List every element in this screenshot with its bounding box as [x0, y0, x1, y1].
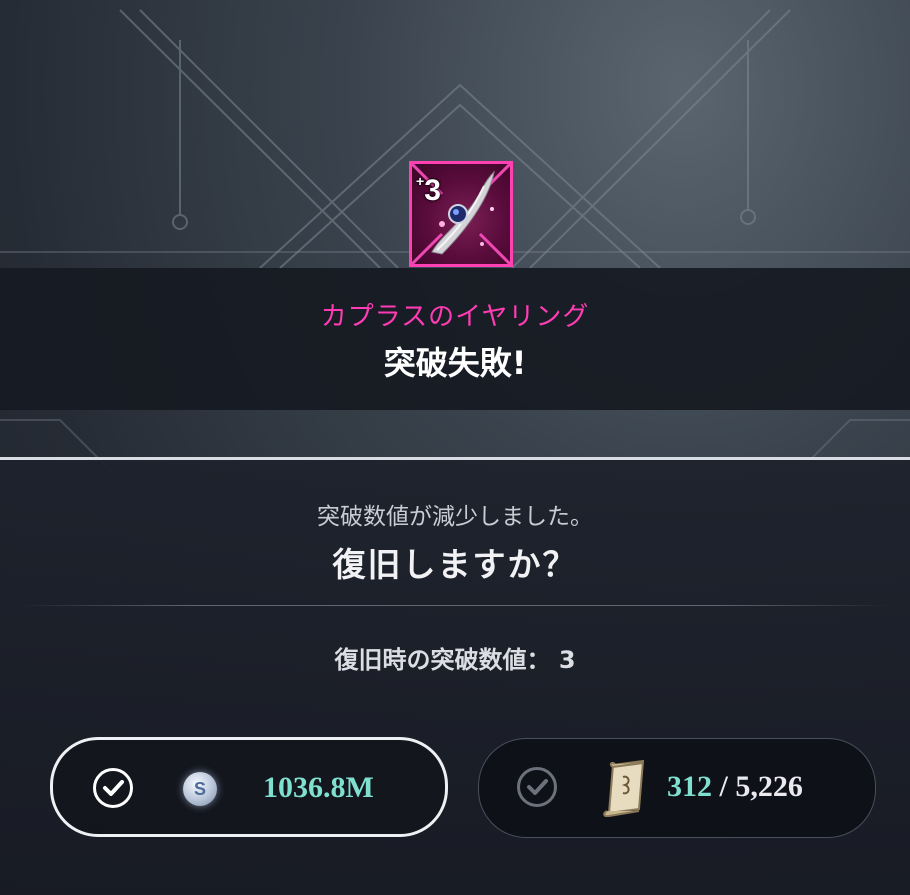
- checkmark-icon: [93, 768, 133, 808]
- recovery-value-text: 復旧時の突破数値： 3: [334, 646, 576, 674]
- item-name: カプラスのイヤリング: [320, 302, 590, 332]
- enhance-level: +3: [416, 173, 441, 207]
- scroll-icon: [603, 759, 645, 817]
- scroll-separator: /: [712, 770, 736, 803]
- recovery-question: 復旧しますか？: [332, 545, 578, 584]
- scroll-required: 5,226: [735, 770, 803, 803]
- checkmark-icon: [517, 767, 557, 807]
- silver-cost-option[interactable]: S 1036.8M: [50, 737, 448, 837]
- scroll-owned: 312: [667, 770, 712, 803]
- result-title: 突破失敗!: [383, 344, 527, 382]
- scroll-cost-option[interactable]: 312 / 5,226: [478, 738, 876, 838]
- divider-thin: [20, 605, 890, 606]
- item-icon: +3: [409, 161, 513, 267]
- scroll-count: 312 / 5,226: [667, 767, 803, 807]
- silver-amount: 1036.8M: [263, 771, 374, 804]
- silver-coin-icon: S: [183, 772, 217, 806]
- status-message: 突破数値が減少しました。: [317, 504, 593, 530]
